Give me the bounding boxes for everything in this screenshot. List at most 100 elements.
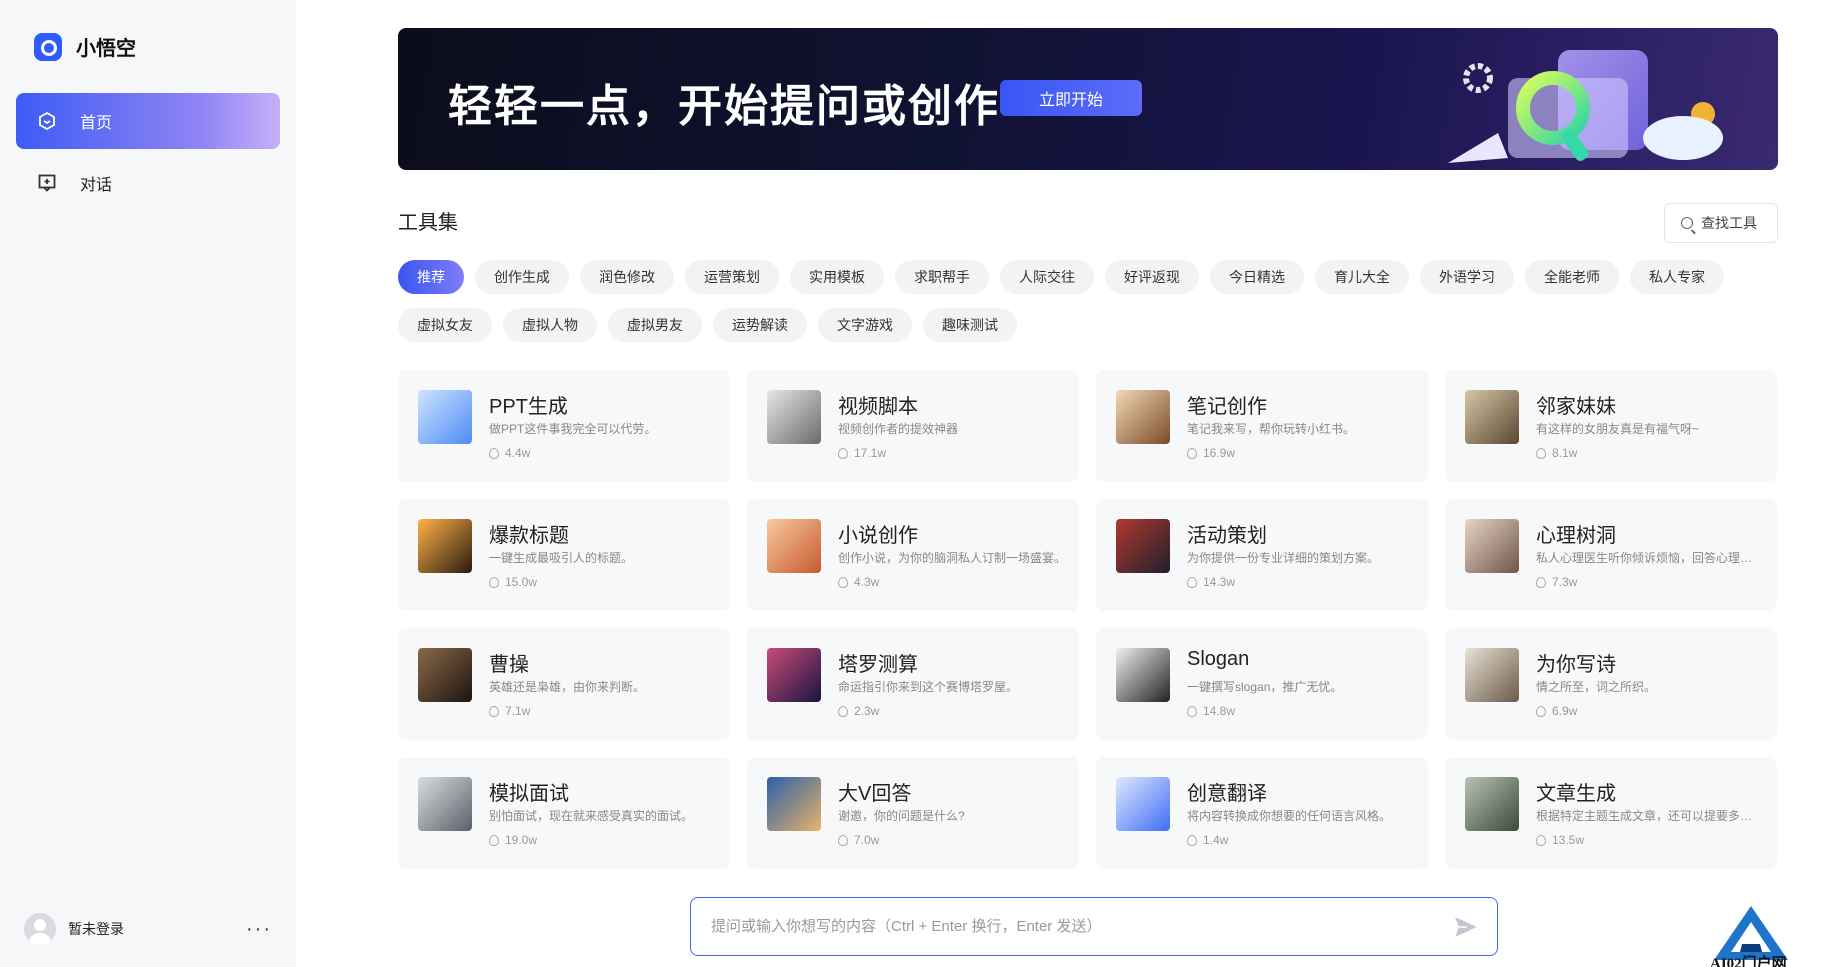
tool-description: 为你提供一份专业详细的策划方案。	[1187, 551, 1380, 565]
tool-card[interactable]: 邻家妹妹 有这样的女朋友真是有福气呀~ 8.1w	[1445, 370, 1777, 482]
usage-count: 2.3w	[838, 704, 879, 718]
category-tag[interactable]: 创作生成	[475, 260, 569, 294]
sidebar: 小悟空 首页 对话 暂未登录 ···	[0, 0, 296, 967]
category-tag[interactable]: 趣味测试	[923, 308, 1017, 342]
tool-card[interactable]: 笔记创作 笔记我来写，帮你玩转小红书。 16.9w	[1096, 370, 1428, 482]
usage-count: 13.5w	[1536, 833, 1584, 847]
usage-count-value: 14.3w	[1203, 575, 1236, 589]
usage-count-value: 6.9w	[1552, 704, 1578, 718]
tool-card[interactable]: 文章生成 根据特定主题生成文章，还可以提要多个需求。 13.5w	[1445, 757, 1777, 869]
tool-card[interactable]: 为你写诗 情之所至，词之所织。 6.9w	[1445, 628, 1777, 740]
category-tags: 推荐 创作生成 润色修改 运营策划 实用模板 求职帮手 人际交往 好评返现 今日精选 育儿大全 外语…	[398, 260, 1798, 356]
fire-icon	[489, 447, 499, 459]
tool-description: 一键撰写slogan，推广无忧。	[1187, 680, 1343, 694]
avatar[interactable]	[24, 913, 56, 945]
tool-thumbnail	[1465, 648, 1519, 702]
category-tag[interactable]: 私人专家	[1630, 260, 1724, 294]
tool-card[interactable]: 爆款标题 一键生成最吸引人的标题。 15.0w	[398, 499, 730, 611]
tool-title: 创意翻译	[1187, 783, 1267, 805]
sidebar-item-home[interactable]: 首页	[16, 93, 280, 149]
tool-card[interactable]: 创意翻译 将内容转换成你想要的任何语言风格。 1.4w	[1096, 757, 1428, 869]
category-tag[interactable]: 文字游戏	[818, 308, 912, 342]
logo-icon	[34, 32, 62, 61]
category-tag[interactable]: 虚拟女友	[398, 308, 492, 342]
usage-count-value: 7.0w	[854, 833, 880, 847]
fire-icon	[1187, 834, 1197, 846]
category-tag[interactable]: 外语学习	[1420, 260, 1514, 294]
fire-icon	[838, 576, 848, 588]
prompt-bar	[690, 897, 1498, 956]
tool-title: 为你写诗	[1536, 654, 1616, 676]
usage-count-value: 4.3w	[854, 575, 880, 589]
category-tag[interactable]: 虚拟人物	[503, 308, 597, 342]
tool-title: 文章生成	[1536, 783, 1616, 805]
category-tag[interactable]: 今日精选	[1210, 260, 1304, 294]
tool-title: 曹操	[489, 654, 529, 676]
category-tag[interactable]: 润色修改	[580, 260, 674, 294]
app-name: 小悟空	[76, 38, 136, 60]
user-name[interactable]: 暂未登录	[68, 919, 124, 939]
usage-count: 16.9w	[1187, 446, 1235, 460]
category-tag[interactable]: 人际交往	[1000, 260, 1094, 294]
usage-count-value: 4.4w	[505, 446, 531, 460]
tool-card[interactable]: 小说创作 创作小说，为你的脑洞私人订制一场盛宴。 4.3w	[747, 499, 1079, 611]
category-tag[interactable]: 全能老师	[1525, 260, 1619, 294]
search-icon	[1681, 217, 1693, 229]
fire-icon	[1536, 447, 1546, 459]
tool-description: 创作小说，为你的脑洞私人订制一场盛宴。	[838, 551, 1066, 565]
tool-thumbnail	[1116, 648, 1170, 702]
usage-count: 14.8w	[1187, 704, 1235, 718]
tool-thumbnail	[767, 777, 821, 831]
category-tag[interactable]: 育儿大全	[1315, 260, 1409, 294]
tool-card[interactable]: 模拟面试 别怕面试，现在就来感受真实的面试。 19.0w	[398, 757, 730, 869]
watermark-text: AI02门户网	[1710, 956, 1787, 967]
category-tag[interactable]: 虚拟男友	[608, 308, 702, 342]
usage-count: 7.0w	[838, 833, 879, 847]
sidebar-item-chat[interactable]: 对话	[16, 155, 280, 211]
tool-description: 私人心理医生听你倾诉烦恼，回答心理问题。	[1536, 551, 1764, 565]
search-tools-button[interactable]: 查找工具	[1664, 203, 1778, 243]
tool-card[interactable]: 活动策划 为你提供一份专业详细的策划方案。 14.3w	[1096, 499, 1428, 611]
usage-count: 14.3w	[1187, 575, 1235, 589]
category-tag[interactable]: 好评返现	[1105, 260, 1199, 294]
tool-description: 有这样的女朋友真是有福气呀~	[1536, 422, 1700, 436]
tool-card[interactable]: 心理树洞 私人心理医生听你倾诉烦恼，回答心理问题。 7.3w	[1445, 499, 1777, 611]
usage-count: 4.3w	[838, 575, 879, 589]
fire-icon	[1187, 447, 1197, 459]
category-tag[interactable]: 运营策划	[685, 260, 779, 294]
tool-thumbnail	[767, 519, 821, 573]
usage-count: 7.1w	[489, 704, 530, 718]
tool-description: 别怕面试，现在就来感受真实的面试。	[489, 809, 694, 823]
usage-count: 1.4w	[1187, 833, 1228, 847]
tool-card[interactable]: 曹操 英雄还是枭雄，由你来判断。 7.1w	[398, 628, 730, 740]
app-logo[interactable]: 小悟空	[34, 32, 136, 61]
more-options-icon[interactable]: ···	[246, 918, 272, 941]
category-tag[interactable]: 推荐	[398, 260, 464, 294]
usage-count: 15.0w	[489, 575, 537, 589]
tool-card[interactable]: Slogan 一键撰写slogan，推广无忧。 14.8w	[1096, 628, 1428, 740]
send-icon[interactable]	[1453, 915, 1479, 939]
tool-card[interactable]: 大V回答 谢邀，你的问题是什么? 7.0w	[747, 757, 1079, 869]
tool-card[interactable]: PPT生成 做PPT这件事我完全可以代劳。 4.4w	[398, 370, 730, 482]
start-button[interactable]: 立即开始	[1000, 80, 1142, 116]
banner-illustration-icon	[1448, 50, 1723, 163]
tool-card[interactable]: 塔罗测算 命运指引你来到这个赛博塔罗屋。 2.3w	[747, 628, 1079, 740]
fire-icon	[1536, 576, 1546, 588]
hero-banner: 轻轻一点，开始提问或创作 立即开始	[398, 28, 1778, 170]
category-tag[interactable]: 求职帮手	[895, 260, 989, 294]
category-tag[interactable]: 实用模板	[790, 260, 884, 294]
tool-description: 谢邀，你的问题是什么?	[838, 809, 965, 823]
user-panel: 暂未登录 ···	[24, 913, 272, 945]
tool-card[interactable]: 视频脚本 视频创作者的提效神器 17.1w	[747, 370, 1079, 482]
usage-count-value: 16.9w	[1203, 446, 1236, 460]
usage-count: 7.3w	[1536, 575, 1577, 589]
category-tag[interactable]: 运势解读	[713, 308, 807, 342]
tool-thumbnail	[1465, 777, 1519, 831]
prompt-input[interactable]	[711, 898, 1411, 954]
tool-description: 视频创作者的提效神器	[838, 422, 959, 436]
fire-icon	[1536, 834, 1546, 846]
usage-count: 19.0w	[489, 833, 537, 847]
sidebar-nav: 首页 对话	[16, 93, 280, 217]
banner-title: 轻轻一点，开始提问或创作	[448, 82, 1000, 131]
usage-count-value: 13.5w	[1552, 833, 1585, 847]
